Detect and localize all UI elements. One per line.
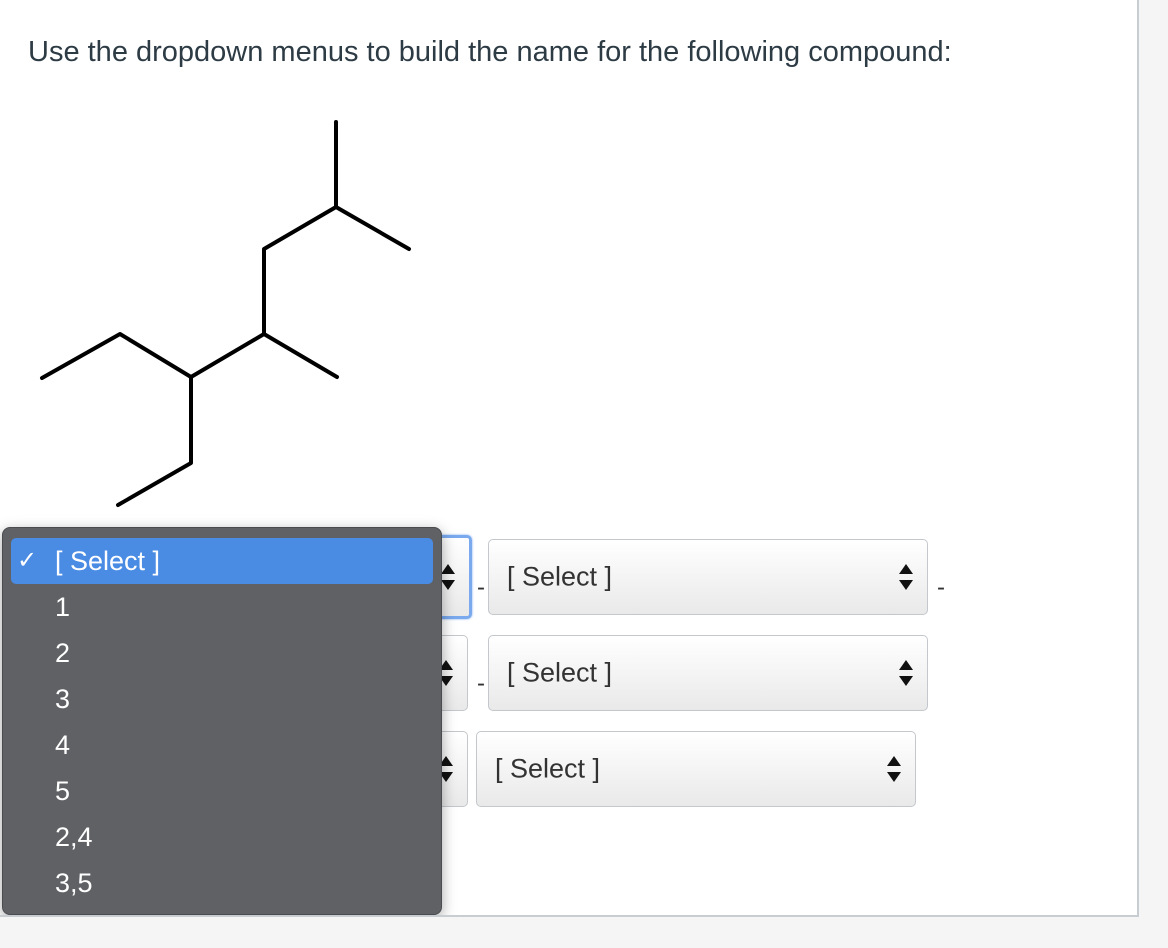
dropdown-option[interactable]: 1 — [11, 584, 433, 630]
bond-ethyl-branch-a — [262, 332, 339, 379]
option-label: 5 — [55, 776, 71, 806]
option-label: [ Select ] — [55, 546, 161, 576]
dropdown-option[interactable]: 2 — [11, 630, 433, 676]
hyphen: - — [477, 574, 485, 601]
quiz-page: Use the dropdown menus to build the name… — [0, 0, 1139, 917]
dropdown-option[interactable]: 3 — [11, 676, 433, 722]
hyphen: - — [477, 670, 485, 697]
bond-ethyl-branch-b — [116, 375, 193, 507]
option-label: 1 — [55, 592, 71, 622]
substituent-select-2[interactable]: [ Select ] — [488, 635, 928, 711]
option-label: 2,4 — [55, 822, 93, 852]
option-label: 4 — [55, 730, 71, 760]
checkmark-icon: ✓ — [17, 547, 38, 574]
option-label: 2 — [55, 638, 71, 668]
dropdown-option[interactable]: 2,4 — [11, 814, 433, 860]
substituent-select-1[interactable]: [ Select ] — [488, 539, 928, 615]
option-label: 3 — [55, 684, 71, 714]
option-label: 3,5 — [55, 868, 93, 898]
dropdown-option[interactable]: 4 — [11, 722, 433, 768]
dropdown-option[interactable]: 3,5 — [11, 860, 433, 906]
select-arrows-icon — [899, 660, 913, 686]
select-label: [ Select ] — [495, 753, 601, 784]
locant-dropdown-menu: ✓ [ Select ] 1 2 3 4 5 2,4 3,5 — [2, 527, 442, 915]
select-arrows-icon — [899, 564, 913, 590]
bond-chain-main — [40, 205, 411, 380]
dropdown-option[interactable]: ✓ [ Select ] — [11, 538, 433, 584]
dropdown-option[interactable]: 5 — [11, 768, 433, 814]
parent-chain-select[interactable]: [ Select ] — [476, 731, 916, 807]
select-arrows-icon — [887, 756, 901, 782]
skeletal-structure — [40, 120, 411, 507]
select-label: [ Select ] — [507, 561, 613, 592]
select-label: [ Select ] — [507, 657, 613, 688]
select-arrows-icon — [441, 564, 455, 590]
hyphen: - — [937, 574, 945, 601]
